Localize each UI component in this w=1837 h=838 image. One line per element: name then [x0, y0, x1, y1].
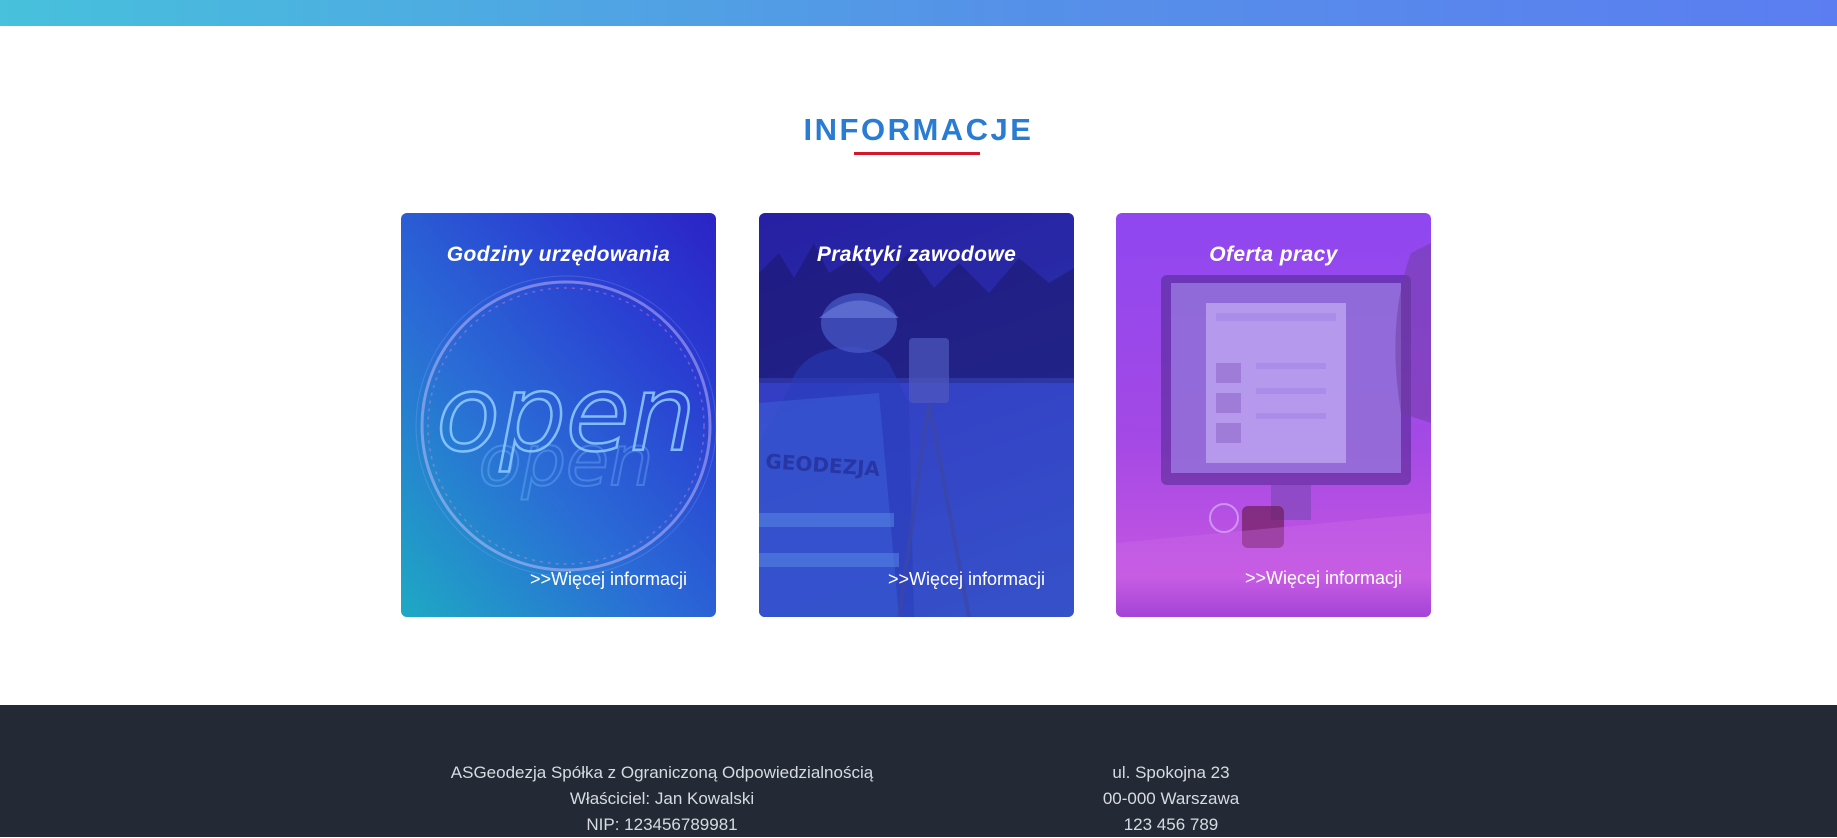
- card-title: Praktyki zawodowe: [816, 243, 1017, 266]
- title-underline: [854, 152, 980, 155]
- more-info-link[interactable]: >>Więcej informacji: [1245, 568, 1402, 589]
- card-internships[interactable]: GEODEZJA Praktyki zawodowe >>Więcej info…: [759, 213, 1074, 617]
- more-info-link[interactable]: >>Więcej informacji: [530, 569, 687, 590]
- open-sign-image: open open: [415, 275, 716, 577]
- city-postal: 00-000 Warszawa: [1102, 789, 1240, 808]
- owner-name: Właściciel: Jan Kowalski: [569, 789, 755, 808]
- company-name: ASGeodezja Spółka z Ograniczoną Odpowied…: [450, 763, 874, 782]
- footer-address: ul. Spokojna 23 00-000 Warszawa 123 456 …: [1071, 760, 1271, 838]
- section-title: INFORMACJE: [803, 112, 1034, 147]
- office-desk-image: [1116, 243, 1431, 617]
- card-opening-hours[interactable]: open open Godziny urzędowania >>Więcej i…: [401, 213, 716, 617]
- card-title: Oferta pracy: [1209, 243, 1338, 266]
- top-gradient-bar: [0, 0, 1837, 26]
- nip-number: NIP: 123456789981: [586, 815, 738, 834]
- surveyor-image: GEODEZJA: [759, 213, 1074, 617]
- street-address: ul. Spokojna 23: [1112, 763, 1230, 782]
- footer-company-info: ASGeodezja Spółka z Ograniczoną Odpowied…: [437, 760, 887, 838]
- footer: ASGeodezja Spółka z Ograniczoną Odpowied…: [0, 705, 1837, 837]
- card-job-offer[interactable]: Oferta pracy >>Więcej informacji: [1116, 213, 1431, 617]
- more-info-link[interactable]: >>Więcej informacji: [888, 569, 1045, 590]
- card-title: Godziny urzędowania: [446, 243, 671, 266]
- svg-text:open: open: [479, 420, 654, 502]
- phone-number: 123 456 789: [1123, 815, 1219, 834]
